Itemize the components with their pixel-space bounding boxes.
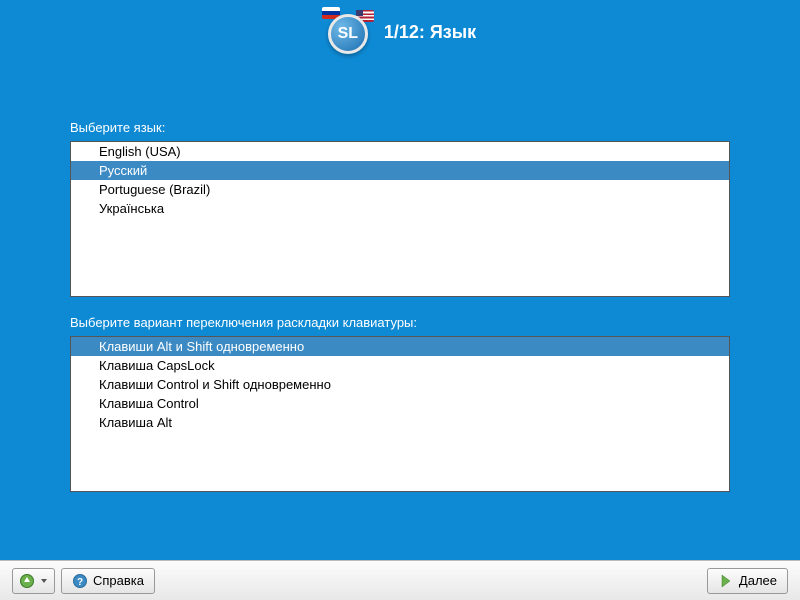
keyboard-listbox[interactable]: Клавиши Alt и Shift одновременноКлавиша … [70, 336, 730, 492]
content-area: Выберите язык: English (USA)РусскийPortu… [0, 56, 800, 492]
keyboard-item-3[interactable]: Клавиша Control [71, 394, 729, 413]
keyboard-item-1[interactable]: Клавиша CapsLock [71, 356, 729, 375]
options-icon [19, 573, 35, 589]
options-button[interactable] [12, 568, 55, 594]
keyboard-item-4[interactable]: Клавиша Alt [71, 413, 729, 432]
logo-icon: SL [328, 14, 368, 54]
logo-wrap: SL [324, 8, 372, 56]
language-item-0[interactable]: English (USA) [71, 142, 729, 161]
keyboard-label: Выберите вариант переключения раскладки … [70, 315, 730, 330]
installer-header: SL 1/12: Язык [0, 0, 800, 56]
step-title: 1/12: Язык [384, 22, 476, 43]
help-button-label: Справка [93, 573, 144, 588]
language-item-2[interactable]: Portuguese (Brazil) [71, 180, 729, 199]
language-label: Выберите язык: [70, 120, 730, 135]
chevron-down-icon [40, 577, 48, 585]
next-button-label: Далее [739, 573, 777, 588]
help-icon: ? [72, 573, 88, 589]
next-icon [718, 573, 734, 589]
language-listbox[interactable]: English (USA)РусскийPortuguese (Brazil)У… [70, 141, 730, 297]
keyboard-item-0[interactable]: Клавиши Alt и Shift одновременно [71, 337, 729, 356]
help-button[interactable]: ? Справка [61, 568, 155, 594]
next-button[interactable]: Далее [707, 568, 788, 594]
footer-bar: ? Справка Далее [0, 560, 800, 600]
keyboard-item-2[interactable]: Клавиши Control и Shift одновременно [71, 375, 729, 394]
language-item-3[interactable]: Українська [71, 199, 729, 218]
language-item-1[interactable]: Русский [71, 161, 729, 180]
logo-text: SL [338, 25, 358, 43]
svg-text:?: ? [77, 577, 83, 588]
